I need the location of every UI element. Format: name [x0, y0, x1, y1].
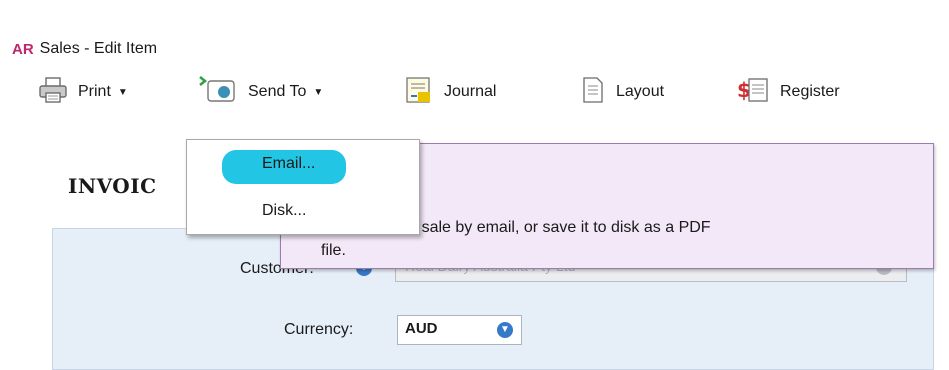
- window-title: Sales - Edit Item: [39, 40, 158, 57]
- menu-item-disk[interactable]: Disk...: [262, 202, 306, 220]
- menu-item-email[interactable]: Email...: [262, 155, 315, 173]
- register-button[interactable]: $ Register: [736, 72, 840, 112]
- chevron-down-icon: ▼: [313, 86, 324, 98]
- layout-button[interactable]: Layout: [580, 72, 664, 112]
- register-label: Register: [780, 83, 840, 100]
- invoice-heading: INVOIC: [68, 174, 157, 198]
- tooltip-line-1: rm for this sale by email, or save it to…: [346, 219, 711, 236]
- chevron-down-icon: ▼: [117, 86, 128, 98]
- send-to-content[interactable]: Send To ▼: [198, 72, 323, 112]
- tooltip-text: rm for this sale by email, or save it to…: [321, 216, 931, 262]
- printer-icon: [38, 76, 68, 108]
- title-bar: AR Sales - Edit Item: [0, 33, 949, 65]
- app-logo: AR: [12, 40, 34, 58]
- send-to-icon: [198, 75, 238, 110]
- send-to-label: Send To: [248, 83, 307, 100]
- journal-label: Journal: [444, 83, 497, 100]
- register-icon: $: [736, 76, 770, 109]
- journal-button[interactable]: Journal: [404, 72, 496, 112]
- dropdown-icon[interactable]: ▼: [497, 322, 513, 338]
- print-label: Print: [78, 83, 111, 100]
- currency-label: Currency:: [284, 321, 354, 338]
- layout-icon: [580, 76, 606, 109]
- layout-label: Layout: [616, 83, 665, 100]
- tooltip-line-2: file.: [321, 242, 346, 259]
- print-button[interactable]: Print ▼: [38, 72, 128, 112]
- currency-value: AUD: [405, 320, 438, 337]
- toolbar: Print ▼ Send To ▼ Journal Layout $ Regis…: [0, 72, 949, 213]
- journal-icon: [404, 76, 434, 109]
